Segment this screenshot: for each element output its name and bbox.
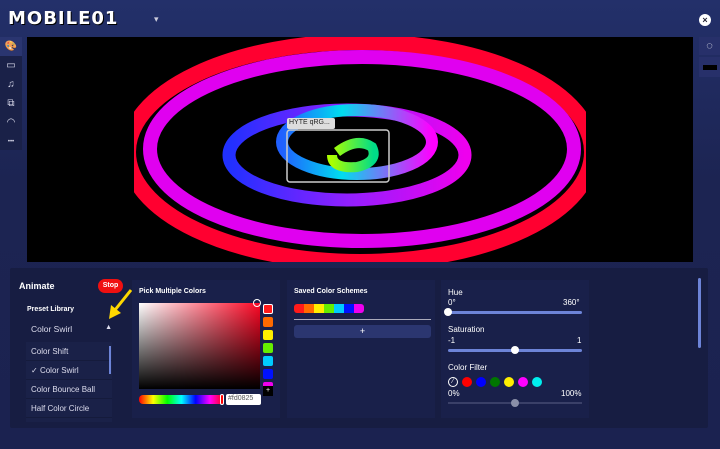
scheme-color — [304, 304, 314, 313]
filter-slider-handle[interactable] — [511, 399, 519, 407]
pick-colors-title: Pick Multiple Colors — [139, 288, 206, 295]
hue-label: Hue — [448, 288, 463, 297]
color-swatch[interactable] — [263, 304, 273, 314]
scheme-color — [334, 304, 344, 313]
saturation-slider-handle[interactable] — [511, 346, 519, 354]
close-button[interactable]: × — [699, 14, 711, 26]
add-color-button[interactable]: + — [263, 386, 273, 396]
saturation-max: 1 — [577, 336, 582, 345]
scheme-color — [314, 304, 324, 313]
filter-color-dot[interactable] — [518, 377, 528, 387]
list-scrollbar[interactable] — [109, 346, 111, 374]
right-toolbar: ◌ — [699, 37, 720, 77]
scheme-color — [294, 304, 304, 313]
filter-min: 0% — [448, 389, 460, 398]
device-label[interactable]: HYTE qRG... — [289, 119, 330, 126]
mobile01-logo: MOBILE01 — [8, 8, 119, 29]
preset-option[interactable]: Color Bounce Ball — [26, 380, 112, 399]
more-icon[interactable]: ••• — [0, 132, 22, 151]
filter-color-dot[interactable] — [462, 377, 472, 387]
scheme-color — [354, 304, 364, 313]
add-scheme-button[interactable]: + — [294, 325, 431, 338]
music-icon[interactable]: ♫ — [0, 75, 22, 94]
filter-color-dot[interactable] — [504, 377, 514, 387]
preset-list: Color Shift ✓ Color Swirl Color Bounce B… — [26, 342, 112, 422]
preset-option[interactable]: ✓ Color Swirl — [26, 361, 112, 380]
gallery-icon[interactable]: ⧉ — [0, 94, 22, 113]
saturation-value-area[interactable] — [139, 303, 260, 389]
scheme-color — [344, 304, 354, 313]
filter-max: 100% — [561, 389, 582, 398]
saturation-label: Saturation — [448, 325, 485, 334]
schemes-section — [287, 280, 435, 418]
filter-color-dot[interactable] — [532, 377, 542, 387]
palette-icon[interactable]: 🎨 — [0, 37, 22, 56]
preset-library-label: Preset Library — [27, 306, 75, 313]
color-swatch[interactable] — [263, 330, 273, 340]
color-filter-label: Color Filter — [448, 363, 488, 372]
hue-strip[interactable] — [139, 395, 224, 404]
preset-dropdown[interactable]: Color Swirl ▲ — [26, 319, 116, 339]
scheme-color — [324, 304, 334, 313]
filter-color-dot[interactable] — [490, 377, 500, 387]
chevron-up-icon: ▲ — [105, 324, 112, 331]
preset-option[interactable]: Color Shift — [26, 342, 112, 361]
hex-input[interactable]: #fd0825 — [226, 394, 261, 405]
hue-strip-handle[interactable] — [220, 394, 224, 405]
hue-min: 0° — [448, 298, 456, 307]
sidebar: 🎨 ▭ ♫ ⧉ ◠ ••• — [0, 37, 22, 150]
color-swirl-animation — [134, 37, 586, 262]
no-filter-icon[interactable]: ⁄ — [448, 377, 458, 387]
animate-title: Animate — [19, 281, 55, 291]
preview-canvas: HYTE qRG... — [27, 37, 693, 262]
device-thumbnail[interactable] — [699, 57, 720, 77]
planet-icon[interactable]: ◌ — [699, 37, 720, 55]
color-cursor[interactable] — [253, 299, 261, 307]
monitor-icon[interactable]: ▭ — [0, 56, 22, 75]
preset-option[interactable]: Half Color Circle — [26, 399, 112, 418]
hue-slider[interactable] — [448, 311, 582, 314]
saturation-min: -1 — [448, 336, 456, 345]
color-swatch[interactable] — [263, 356, 273, 366]
hue-max: 360° — [563, 298, 580, 307]
filter-color-dot[interactable] — [476, 377, 486, 387]
color-swatch[interactable] — [263, 317, 273, 327]
panel-scrollbar[interactable] — [698, 278, 701, 348]
color-swatch[interactable] — [263, 369, 273, 379]
color-swatch[interactable] — [263, 343, 273, 353]
preset-selected: Color Swirl — [31, 324, 73, 334]
hue-slider-handle[interactable] — [444, 308, 452, 316]
gauge-icon[interactable]: ◠ — [0, 113, 22, 132]
divider — [294, 319, 431, 320]
saved-scheme[interactable] — [294, 304, 364, 313]
logo-dropdown-caret[interactable]: ▾ — [154, 14, 159, 25]
annotation-arrow — [109, 289, 133, 319]
saved-schemes-title: Saved Color Schemes — [294, 288, 368, 295]
